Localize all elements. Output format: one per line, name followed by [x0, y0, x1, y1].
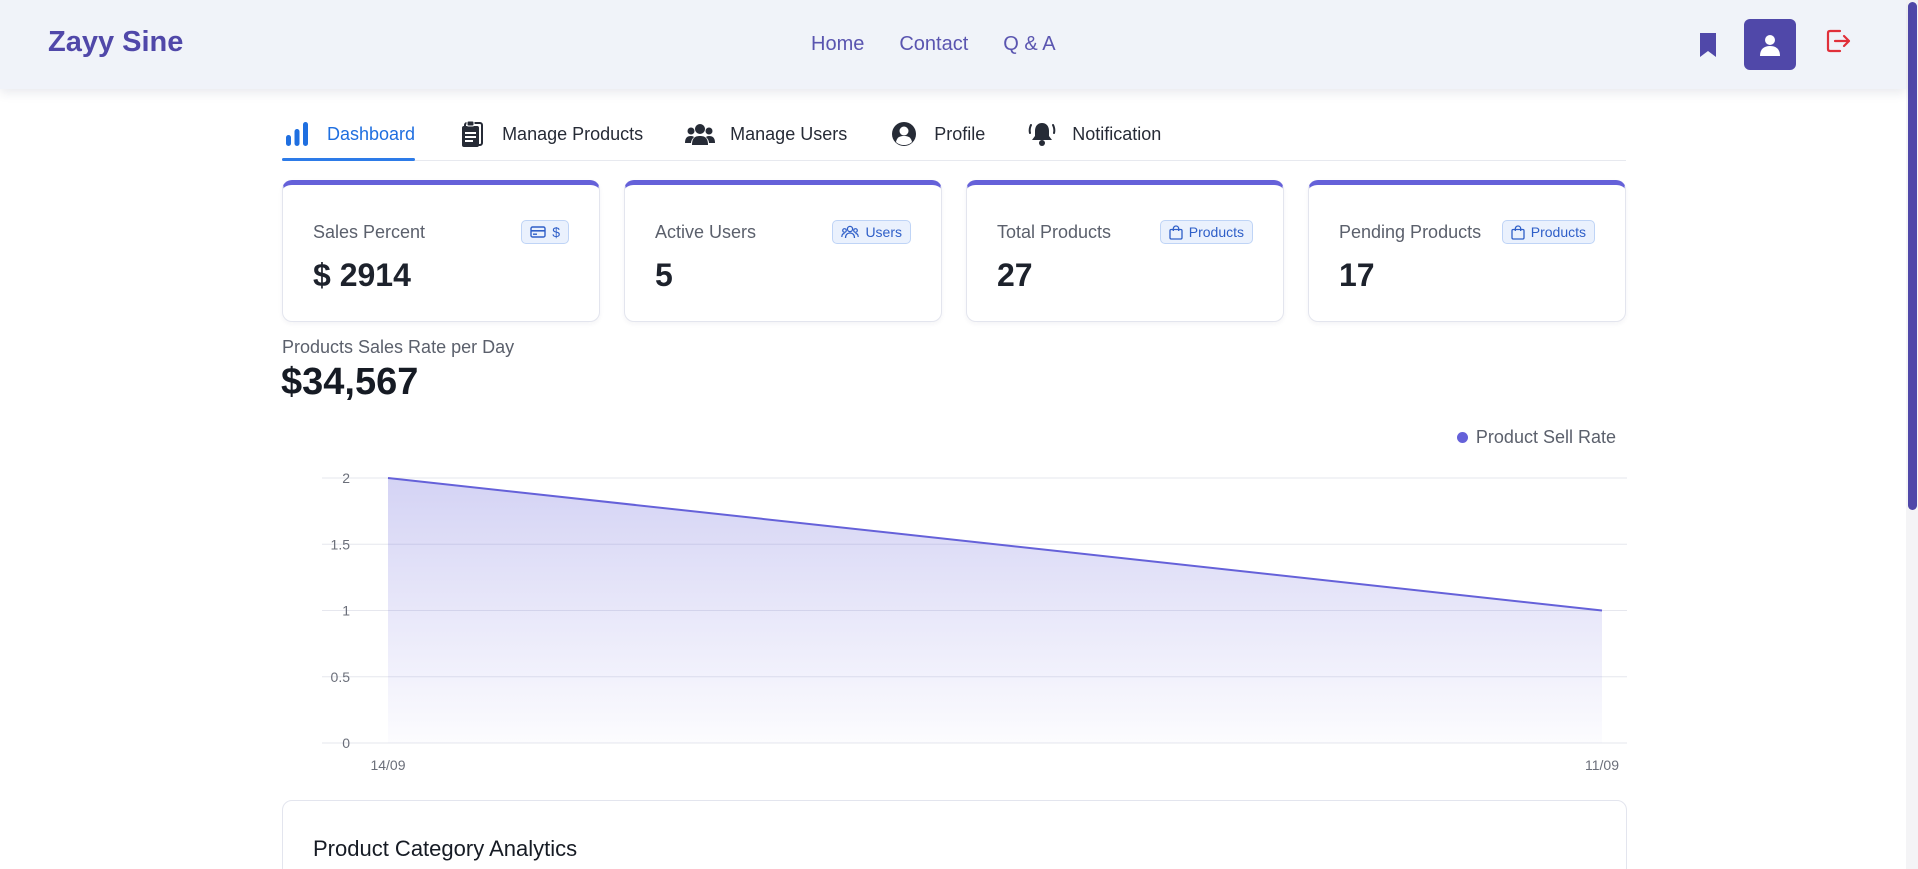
- y-tick-label: 2: [342, 470, 350, 486]
- clipboard-icon: [457, 119, 487, 149]
- chart-legend[interactable]: Product Sell Rate: [1456, 427, 1616, 448]
- brand-logo[interactable]: Zayy Sine: [48, 26, 183, 59]
- profile-button[interactable]: [1744, 19, 1796, 70]
- nav-link-contact[interactable]: Contact: [899, 33, 968, 56]
- nav-link-qa[interactable]: Q & A: [1003, 33, 1055, 56]
- tab-dashboard[interactable]: Dashboard: [282, 108, 416, 161]
- nav-links: Home Contact Q & A: [811, 33, 1056, 56]
- sales-area-chart: 0 0.5 1 1.5 2 14/09 11/09: [322, 470, 1627, 773]
- y-tick-label: 1.5: [331, 536, 351, 552]
- tab-label: Manage Users: [730, 123, 848, 144]
- x-tick-label: 14/09: [370, 757, 405, 773]
- sales-subtitle: Products Sales Rate per Day: [282, 337, 515, 357]
- card-value: $ 2914: [313, 257, 411, 293]
- tab-profile[interactable]: Profile: [889, 108, 985, 160]
- bell-icon: [1027, 119, 1057, 149]
- card-pending-products: Pending Products Products 17: [1308, 180, 1626, 322]
- legend-marker: [1456, 432, 1468, 443]
- tab-label: Dashboard: [327, 123, 416, 144]
- card-badge-label: Products: [1530, 224, 1586, 240]
- top-navbar: Zayy Sine Home Contact Q & A: [0, 0, 1906, 89]
- card-badge-label: Products: [1188, 224, 1244, 240]
- card-label: Total Products: [997, 222, 1112, 242]
- category-analytics-card: Product Category Analytics: [282, 800, 1627, 869]
- scrollbar-thumb[interactable]: [1908, 2, 1917, 510]
- card-badge: Products: [1501, 220, 1595, 244]
- card-badge: Products: [1159, 220, 1253, 244]
- bar-chart-icon: [282, 119, 312, 149]
- card-badge-label: Users: [865, 224, 902, 240]
- series-area: [388, 478, 1602, 743]
- users-icon: [685, 119, 716, 149]
- card-value: 27: [997, 257, 1033, 293]
- y-tick-label: 1: [342, 603, 350, 619]
- tab-label: Notification: [1072, 123, 1162, 144]
- tab-manage-users[interactable]: Manage Users: [685, 108, 847, 160]
- card-value: 17: [1339, 257, 1375, 293]
- y-tick-label: 0.5: [331, 669, 351, 685]
- user-circle-icon: [889, 119, 919, 149]
- credit-card-icon: [530, 226, 546, 238]
- analytics-title: Product Category Analytics: [313, 836, 578, 861]
- x-axis: 14/09 11/09: [370, 757, 1619, 773]
- card-value: 5: [655, 257, 673, 293]
- shopping-bag-icon: [1169, 224, 1183, 240]
- card-badge: $: [521, 220, 569, 244]
- bookmark-icon[interactable]: [1696, 32, 1720, 58]
- shopping-bag-icon: [1511, 224, 1525, 240]
- card-badge-label: $: [552, 224, 560, 240]
- card-badge: Users: [832, 220, 911, 244]
- tab-label: Manage Products: [502, 123, 644, 144]
- sales-total: $34,567: [281, 361, 419, 403]
- card-label: Sales Percent: [313, 222, 426, 242]
- tab-label: Profile: [934, 123, 986, 144]
- user-icon: [1760, 34, 1780, 56]
- legend-label: Product Sell Rate: [1475, 427, 1616, 447]
- card-active-users: Active Users Users 5: [624, 180, 942, 322]
- stat-cards: Sales Percent $ $ 2914 Active Users User…: [282, 180, 1627, 322]
- users-icon: [841, 225, 860, 239]
- card-label: Active Users: [655, 222, 757, 242]
- scrollbar-track[interactable]: [1906, 0, 1918, 869]
- x-tick-label: 11/09: [1585, 757, 1619, 773]
- tab-manage-products[interactable]: Manage Products: [457, 108, 643, 160]
- logout-icon[interactable]: [1824, 27, 1852, 55]
- nav-link-home[interactable]: Home: [811, 33, 864, 56]
- card-total-products: Total Products Products 27: [966, 180, 1284, 322]
- card-label: Pending Products: [1339, 222, 1482, 242]
- card-sales-percent: Sales Percent $ $ 2914: [282, 180, 600, 322]
- y-tick-label: 0: [342, 735, 350, 751]
- dashboard-tabs: Dashboard Manage Products Manage Users P…: [282, 108, 1626, 161]
- tab-notification[interactable]: Notification: [1027, 108, 1161, 160]
